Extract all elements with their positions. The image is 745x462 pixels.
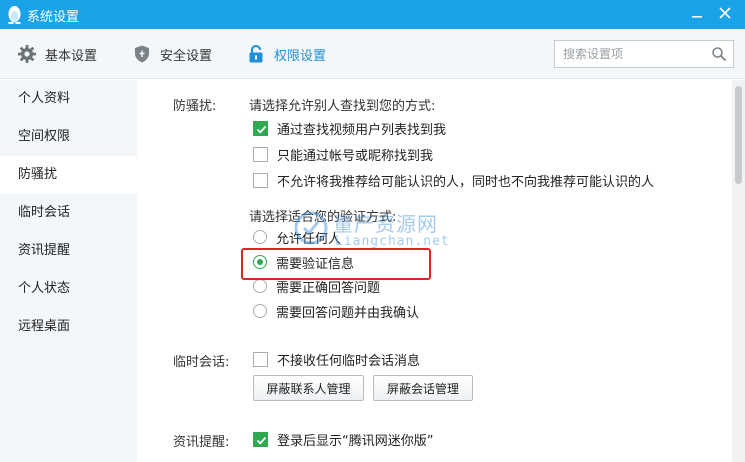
checkbox-find-by-account-only[interactable]: 只能通过帐号或昵称找到我 <box>253 145 434 164</box>
sidebar-item-temp-session[interactable]: 临时会话 <box>0 194 137 232</box>
sidebar-item-anti-harassment[interactable]: 防骚扰 <box>0 156 137 194</box>
gear-icon <box>18 45 36 63</box>
checkbox-show-mini-news[interactable]: 登录后显示“腾讯网迷你版” <box>253 430 434 449</box>
search-icon[interactable] <box>711 46 727 62</box>
checkbox-reject-temp-session[interactable]: 不接收任何临时会话消息 <box>253 350 421 369</box>
checkbox-label: 不允许将我推荐给可能认识的人，同时也不向我推荐可能认识的人 <box>277 174 655 190</box>
shield-icon <box>135 45 149 63</box>
checkbox-label: 通过查找视频用户列表找到我 <box>277 122 447 138</box>
radio-answer-and-confirm[interactable]: 需要回答问题并由我确认 <box>253 302 420 321</box>
sidebar-item-personal-status[interactable]: 个人状态 <box>0 270 137 308</box>
checkmark-icon <box>256 125 267 134</box>
window-title: 系统设置 <box>27 10 80 25</box>
block-sessions-manage-button[interactable]: 屏蔽会话管理 <box>373 375 473 401</box>
tab-permission-settings[interactable]: 权限设置 <box>246 29 326 79</box>
section-label-temp-session: 临时会话: <box>173 355 230 370</box>
checkbox-unchecked[interactable] <box>253 351 268 367</box>
section-label-news-reminder: 资讯提醒: <box>173 435 230 450</box>
lock-icon <box>249 44 263 63</box>
section-label-anti-harassment: 防骚扰: <box>173 99 217 114</box>
tab-label: 安全设置 <box>160 48 213 64</box>
tab-security-settings[interactable]: 安全设置 <box>132 29 212 79</box>
radio-label: 需要回答问题并由我确认 <box>276 305 420 321</box>
sidebar-item-space-permission[interactable]: 空间权限 <box>0 118 137 156</box>
radio-unselected[interactable] <box>253 304 267 318</box>
penguin-logo-icon <box>8 6 21 24</box>
checkbox-checked[interactable] <box>253 120 268 136</box>
sidebar-item-news-reminder[interactable]: 资讯提醒 <box>0 232 137 270</box>
sidebar-item-profile[interactable]: 个人资料 <box>0 80 137 118</box>
sidebar: 个人资料 空间权限 防骚扰 临时会话 资讯提醒 个人状态 远程桌面 <box>0 80 137 462</box>
block-contacts-manage-button[interactable]: 屏蔽联系人管理 <box>253 375 364 401</box>
settings-panel: 防骚扰: 请选择允许别人查找到您的方式: 通过查找视频用户列表找到我 只能通过帐… <box>137 80 732 462</box>
tab-label: 基本设置 <box>45 48 98 64</box>
close-icon[interactable] <box>716 4 734 22</box>
checkbox-unchecked[interactable] <box>253 172 268 188</box>
sidebar-item-remote-desktop[interactable]: 远程桌面 <box>0 308 137 346</box>
radio-unselected[interactable] <box>253 230 267 244</box>
checkbox-label: 登录后显示“腾讯网迷你版” <box>277 433 434 449</box>
checkbox-checked[interactable] <box>253 431 268 447</box>
watermark-logo-icon <box>294 211 328 245</box>
title-bar: 系统设置 <box>0 0 745 29</box>
tab-label: 权限设置 <box>274 48 327 64</box>
vertical-scrollbar[interactable] <box>732 80 745 462</box>
search-input[interactable] <box>555 41 705 67</box>
minimize-icon[interactable] <box>688 4 706 22</box>
radio-unselected[interactable] <box>253 279 267 293</box>
tab-basic-settings[interactable]: 基本设置 <box>17 29 97 79</box>
scrollbar-thumb[interactable] <box>735 86 742 184</box>
search-box <box>554 40 734 68</box>
watermark-text-en: Liangchan.net <box>335 234 450 249</box>
checkbox-find-by-video-list[interactable]: 通过查找视频用户列表找到我 <box>253 119 447 138</box>
settings-tab-bar: 基本设置 安全设置 权限设置 <box>0 29 745 79</box>
checkbox-unchecked[interactable] <box>253 146 268 162</box>
watermark: 量产资源网 Liangchan.net <box>293 204 473 254</box>
find-method-prompt: 请选择允许别人查找到您的方式: <box>249 99 436 114</box>
watermark-text-cn: 量产资源网 <box>333 212 438 236</box>
checkmark-icon <box>256 436 267 445</box>
checkbox-label: 不接收任何临时会话消息 <box>277 353 421 369</box>
checkbox-no-recommendation[interactable]: 不允许将我推荐给可能认识的人，同时也不向我推荐可能认识的人 <box>253 171 655 190</box>
checkbox-label: 只能通过帐号或昵称找到我 <box>277 148 434 164</box>
